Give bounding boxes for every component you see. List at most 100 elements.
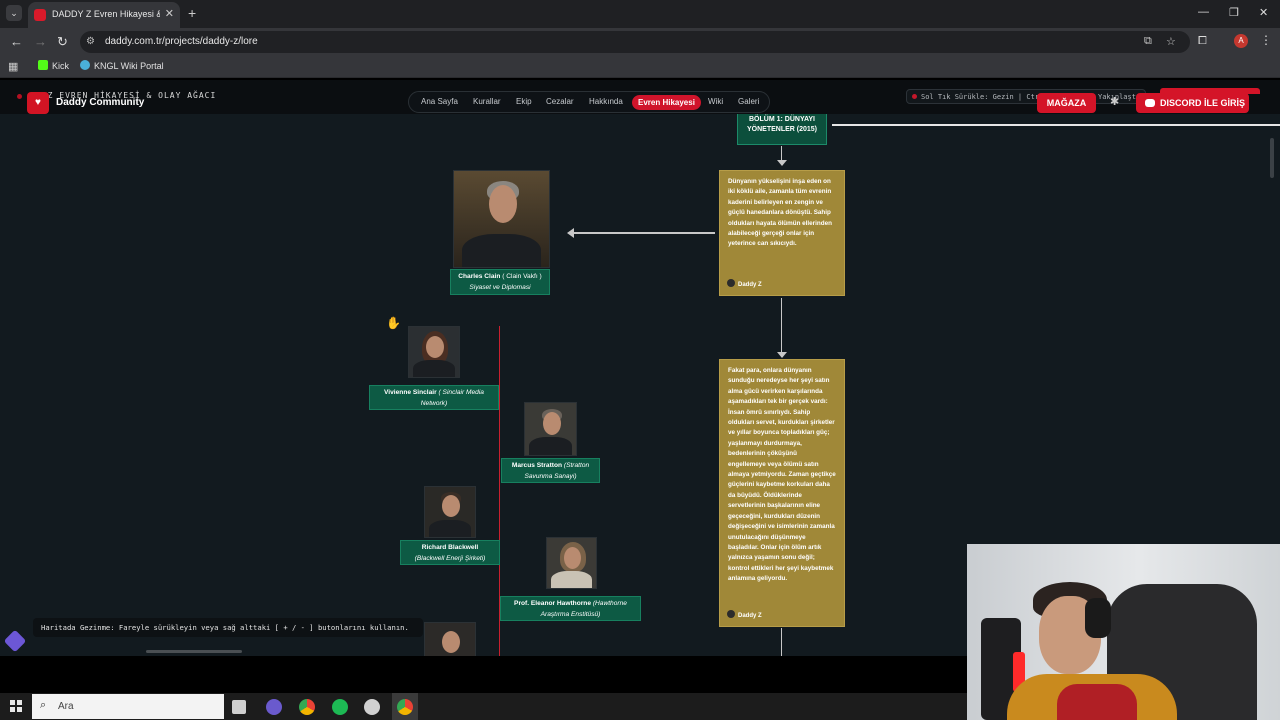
profile-avatar[interactable]: A <box>1234 34 1248 48</box>
extensions-icon[interactable]: ⧠ <box>1198 35 1207 48</box>
bookmark-star-icon[interactable]: ☆ <box>1166 35 1176 48</box>
corner-widget-icon[interactable] <box>3 629 27 653</box>
connector-line <box>781 298 782 354</box>
character-portrait[interactable] <box>524 402 577 456</box>
site-favicon <box>34 9 46 21</box>
app-icon[interactable] <box>266 699 282 715</box>
story-card[interactable]: Dünyanın yükselişini inşa eden on iki kö… <box>719 170 845 296</box>
story-card[interactable]: Fakat para, onlara dünyanın sunduğu nere… <box>719 359 845 627</box>
bookmark-label: Kick <box>52 61 70 71</box>
discord-login-label: DISCORD İLE GİRİŞ <box>1160 98 1246 108</box>
character-portrait[interactable] <box>453 170 550 268</box>
story-author: Daddy Z <box>727 609 762 621</box>
bookmarks-bar: ▦ Kick KNGL Wiki Portal <box>0 56 1280 78</box>
hint-icon <box>912 94 917 99</box>
arrow-down-icon <box>777 352 787 358</box>
menu-icon[interactable]: ⋮ <box>1260 33 1272 47</box>
tab-bar: ⌄ DADDY Z Evren Hikayesi & Wiki ✕ + — ❐ … <box>0 0 1280 28</box>
globe-icon <box>80 60 90 70</box>
portrait-face <box>564 547 581 569</box>
logo-icon[interactable]: ♥ <box>27 92 49 114</box>
forward-icon[interactable]: → <box>34 34 47 49</box>
search-icon: ⌕ <box>40 699 47 711</box>
nav-ekip[interactable]: Ekip <box>516 97 532 106</box>
back-icon[interactable]: ← <box>10 34 23 49</box>
minimize-icon[interactable]: — <box>1198 6 1209 18</box>
character-name: Marcus Stratton <box>511 462 563 469</box>
address-bar[interactable]: ⚙ daddy.com.tr/projects/daddy-z/lore ⧉ ☆ <box>80 31 1190 53</box>
character-name: Prof. Eleanor Hawthorne <box>514 600 591 607</box>
close-tab-icon[interactable]: ✕ <box>165 7 174 20</box>
site-navbar: Y Z EVREN HİKAYESİ & OLAY AĞACI ♥ Daddy … <box>0 80 1280 114</box>
nav-evren-hikayesi[interactable]: Evren Hikayesi <box>632 95 701 110</box>
windows-start-icon[interactable] <box>10 700 22 712</box>
task-view-icon[interactable] <box>232 700 246 714</box>
arrow-left-icon <box>567 228 574 238</box>
character-name: Richard Blackwell <box>421 544 479 551</box>
arrow-down-icon <box>777 160 787 166</box>
portrait-face <box>442 495 460 517</box>
character-portrait[interactable] <box>424 486 476 538</box>
install-app-icon[interactable]: ⧉ <box>1144 35 1152 48</box>
url-text: daddy.com.tr/projects/daddy-z/lore <box>105 36 258 47</box>
bookmark-kngl-wiki[interactable]: KNGL Wiki Portal <box>80 60 164 71</box>
nav-ana-sayfa[interactable]: Ana Sayfa <box>421 97 458 106</box>
nav-galeri[interactable]: Galeri <box>738 97 759 106</box>
chrome-icon[interactable] <box>299 699 315 715</box>
nav-kurallar[interactable]: Kurallar <box>473 97 501 106</box>
character-card[interactable]: Prof. Eleanor Hawthorne (Hawthorne Araşt… <box>500 596 641 621</box>
portrait-suit <box>429 520 471 537</box>
store-button[interactable]: MAĞAZA <box>1037 93 1096 113</box>
character-portrait[interactable] <box>424 622 476 656</box>
taskbar-search[interactable]: ⌕ Ara <box>32 694 224 719</box>
grab-cursor-icon: ✋ <box>386 316 401 330</box>
portrait-face <box>489 185 517 223</box>
character-name: Vivienne Sinclair <box>384 389 437 396</box>
search-placeholder: Ara <box>58 701 74 712</box>
bookmark-kick[interactable]: Kick <box>38 60 69 71</box>
author-avatar-icon <box>727 609 735 618</box>
kick-icon <box>38 60 48 70</box>
discord-login-button[interactable]: DISCORD İLE GİRİŞ <box>1136 93 1249 113</box>
spotify-icon[interactable] <box>332 699 348 715</box>
timeline-line <box>832 124 1280 126</box>
headset <box>1085 598 1111 638</box>
connector-line <box>781 628 782 656</box>
close-window-icon[interactable]: ✕ <box>1259 6 1268 19</box>
nav-hakkinda[interactable]: Hakkında <box>589 97 623 106</box>
site-info-icon[interactable]: ⚙ <box>86 36 95 47</box>
character-card[interactable]: Charles Clain ( Clain Vakfı ) Siyaset ve… <box>450 269 550 295</box>
character-org: (Blackwell Enerji Şirketi) <box>414 554 486 562</box>
nav-cezalar[interactable]: Cezalar <box>546 97 574 106</box>
shirt-stripe <box>1057 684 1137 720</box>
settings-gear-icon[interactable]: ✱ <box>1110 95 1119 108</box>
app-icon-2[interactable] <box>364 699 380 715</box>
restore-icon[interactable]: ❐ <box>1229 6 1239 19</box>
character-org: ( Clain Vakfı ) <box>502 273 542 280</box>
character-portrait[interactable] <box>408 326 460 378</box>
character-card[interactable]: Richard Blackwell (Blackwell Enerji Şirke… <box>400 540 500 565</box>
portrait-coat <box>550 571 593 588</box>
browser-tab[interactable]: DADDY Z Evren Hikayesi & Wiki ✕ <box>28 2 180 28</box>
tab-search-icon[interactable]: ⌄ <box>6 5 22 21</box>
apps-icon[interactable]: ▦ <box>8 60 18 73</box>
vertical-scrollbar[interactable] <box>1270 138 1274 178</box>
character-card[interactable]: Marcus Stratton (Stratton Savunma Sanayi… <box>501 458 600 483</box>
webcam-overlay <box>967 544 1280 720</box>
discord-icon <box>1145 99 1155 107</box>
main-nav: Ana Sayfa Kurallar Ekip Cezalar Hakkında… <box>408 91 770 113</box>
author-name: Daddy Z <box>738 281 762 288</box>
chapter-node[interactable]: BÖLÜM 1: DÜNYAYI YÖNETENLER (2015) <box>737 111 827 145</box>
bookmark-label: KNGL Wiki Portal <box>94 61 164 71</box>
chrome-active-icon[interactable] <box>397 699 413 715</box>
portrait-suit <box>413 360 455 377</box>
reload-icon[interactable]: ↻ <box>57 34 68 50</box>
author-avatar-icon <box>727 278 735 287</box>
logo-text[interactable]: Daddy Community <box>56 97 144 108</box>
nav-wiki[interactable]: Wiki <box>708 97 723 106</box>
horizontal-scrollbar[interactable] <box>146 650 242 653</box>
character-portrait[interactable] <box>546 537 597 589</box>
status-dot <box>17 94 22 99</box>
character-card[interactable]: Vivienne Sinclair ( Sinclair Media Netwo… <box>369 385 499 410</box>
new-tab-icon[interactable]: + <box>188 5 196 21</box>
